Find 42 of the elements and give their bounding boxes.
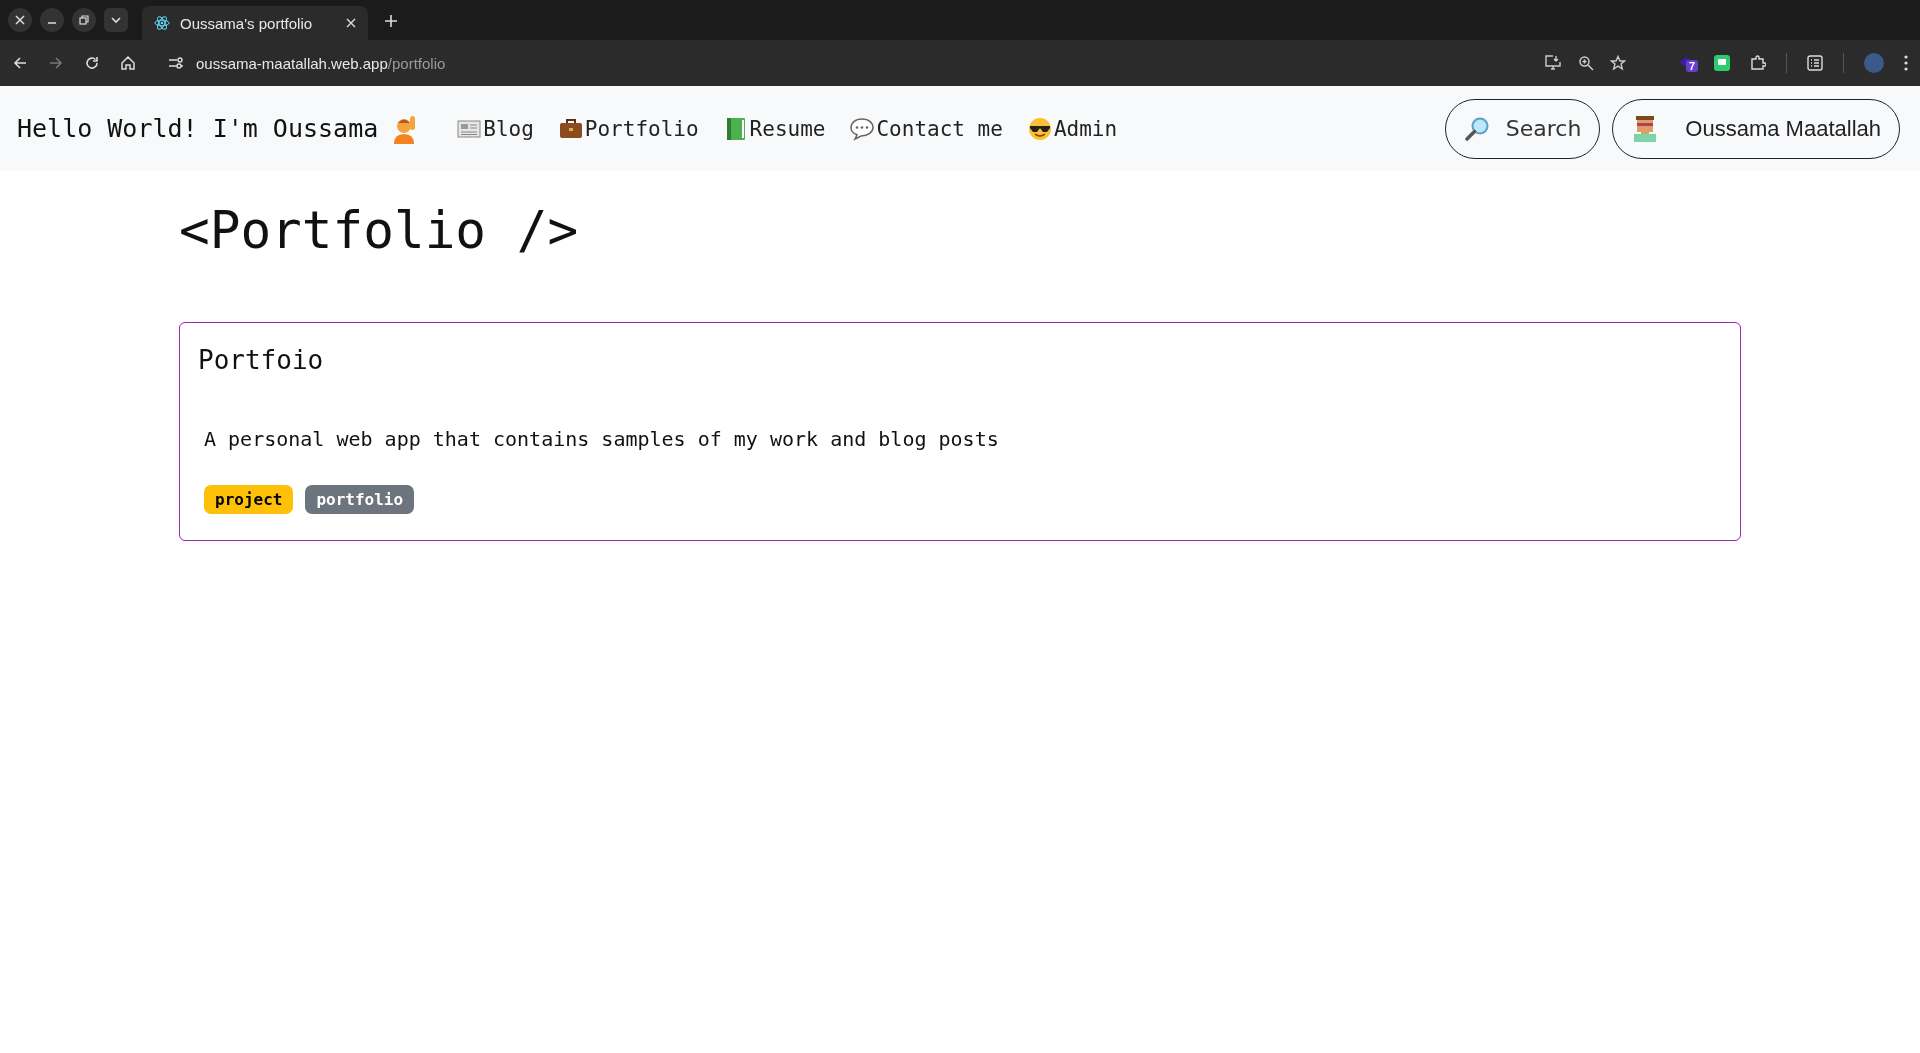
project-title: Portfoio — [198, 345, 325, 375]
minimize-button[interactable] — [40, 8, 64, 32]
close-icon — [14, 14, 26, 26]
close-tab-icon[interactable] — [346, 18, 356, 28]
sunglasses-face-icon — [1026, 115, 1053, 142]
search-button[interactable]: Search — [1444, 98, 1601, 159]
extension-icon[interactable] — [1714, 55, 1730, 71]
url-text: oussama-maatallah.web.app/portfolio — [196, 54, 446, 72]
nav-link[interactable]: Resume — [722, 115, 826, 142]
zoom-icon[interactable] — [1578, 55, 1594, 71]
restore-icon — [78, 14, 90, 26]
pixel-avatar-icon — [1633, 115, 1658, 142]
reload-icon[interactable] — [84, 55, 100, 71]
new-tab-icon[interactable] — [384, 14, 398, 28]
chevron-down-icon — [110, 14, 122, 26]
nav-link[interactable]: Portfolio — [557, 115, 699, 142]
nav-link[interactable]: Blog — [456, 115, 534, 142]
browser-tab[interactable]: Oussama's portfolio — [142, 6, 368, 40]
tab-list-button[interactable] — [104, 8, 128, 32]
home-icon[interactable] — [120, 55, 136, 71]
restore-button[interactable] — [72, 8, 96, 32]
magnifier-icon — [1463, 115, 1490, 142]
close-window-button[interactable] — [8, 8, 32, 32]
nav-link[interactable]: Contact me — [849, 115, 1003, 142]
tag-badge: portfolio — [305, 485, 415, 514]
forward-icon[interactable] — [48, 55, 64, 71]
atom-icon — [154, 15, 170, 31]
tag-badge: project — [204, 485, 294, 514]
bookmark-star-icon[interactable] — [1610, 55, 1626, 71]
menu-icon[interactable] — [1904, 55, 1908, 71]
puzzle-icon[interactable] — [1750, 55, 1766, 71]
back-icon[interactable] — [12, 55, 28, 71]
tab-title: Oussama's portfolio — [180, 14, 314, 32]
project-description: A personal web app that contains samples of my work and blog posts — [204, 427, 1000, 451]
page-title: <Portfolio /> — [179, 201, 580, 260]
reading-list-icon[interactable] — [1807, 55, 1823, 71]
minimize-icon — [48, 22, 56, 24]
install-app-icon[interactable] — [1544, 55, 1562, 71]
nav-link[interactable]: Admin — [1026, 115, 1118, 142]
speech-bubble-icon — [849, 115, 876, 142]
site-settings-icon[interactable] — [168, 56, 184, 70]
brand-link[interactable]: Hello World! I'm Oussama — [17, 113, 419, 144]
